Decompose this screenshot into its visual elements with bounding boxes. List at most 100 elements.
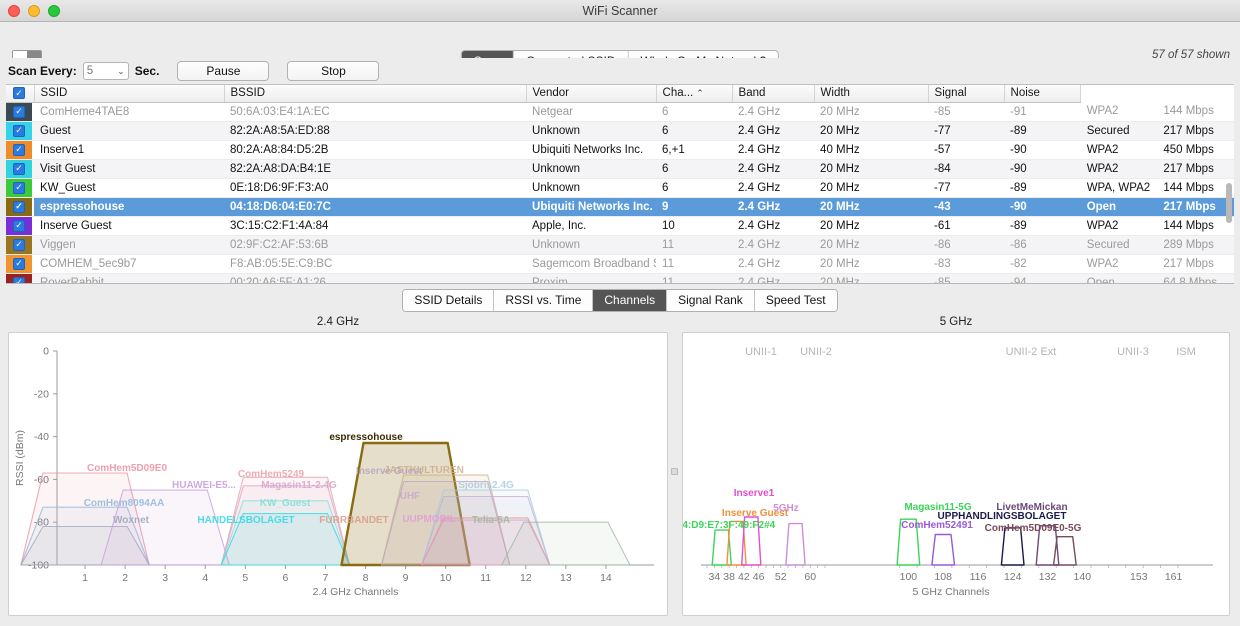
pause-button[interactable]: Pause: [177, 61, 269, 81]
svg-text:Sjobris2.4G: Sjobris2.4G: [458, 480, 514, 491]
width-cell: 40 MHz: [814, 140, 928, 159]
table-row[interactable]: ✓Inserve180:2A:A8:84:D5:2BUbiquiti Netwo…: [6, 140, 1234, 159]
row-color-swatch-cell[interactable]: ✓: [6, 121, 34, 140]
signal-cell: -85: [928, 273, 1004, 284]
tab-rssi-vs-time[interactable]: RSSI vs. Time: [494, 290, 593, 311]
row-color-swatch-cell[interactable]: ✓: [6, 235, 34, 254]
table-row[interactable]: ✓espressohouse04:18:D6:04:E0:7CUbiquiti …: [6, 197, 1234, 216]
col-bssid[interactable]: BSSID: [224, 85, 526, 102]
scan-interval-select[interactable]: 5 ⌄: [83, 62, 129, 80]
row-checkbox[interactable]: ✓: [13, 201, 25, 213]
vendor-cell: Netgear: [526, 102, 656, 121]
tab-ssid-details[interactable]: SSID Details: [403, 290, 494, 311]
ssid-cell: Inserve Guest: [34, 216, 224, 235]
minimize-button[interactable]: [28, 5, 40, 17]
signal-cell: -77: [928, 121, 1004, 140]
table-row[interactable]: ✓Inserve Guest3C:15:C2:F1:4A:84Apple, In…: [6, 216, 1234, 235]
svg-text:11: 11: [480, 572, 491, 584]
svg-text:140: 140: [1074, 571, 1092, 583]
table-scrollbar[interactable]: [1225, 103, 1233, 281]
chart-5ghz[interactable]: UNII-1UNII-2UNII-2 ExtUNII-3ISM343842465…: [682, 332, 1230, 616]
security-cell: Secured: [1081, 121, 1158, 140]
row-color-swatch-cell[interactable]: ✓: [6, 140, 34, 159]
svg-text:132: 132: [1039, 571, 1057, 583]
row-checkbox[interactable]: ✓: [13, 106, 25, 118]
maxrate-cell: 450 Mbps: [1157, 140, 1234, 159]
table-row[interactable]: ✓RoverRabbit00:20:A6:5F:A1:26Proxim112.4…: [6, 273, 1234, 284]
close-button[interactable]: [8, 5, 20, 17]
row-color-swatch-cell[interactable]: ✓: [6, 273, 34, 284]
maxrate-cell: 217 Mbps: [1157, 121, 1234, 140]
security-cell: WPA2: [1081, 102, 1158, 121]
noise-cell: -86: [1004, 235, 1081, 254]
chart-tabs[interactable]: SSID Details RSSI vs. Time Channels Sign…: [402, 289, 837, 312]
row-color-swatch-cell[interactable]: ✓: [6, 178, 34, 197]
chart-tab-bar: SSID Details RSSI vs. Time Channels Sign…: [0, 284, 1240, 316]
noise-cell: -94: [1004, 273, 1081, 284]
bssid-cell: F8:AB:05:5E:C9:BC: [224, 254, 526, 273]
row-color-swatch-cell[interactable]: ✓: [6, 197, 34, 216]
maximize-button[interactable]: [48, 5, 60, 17]
col-noise[interactable]: Noise: [1004, 85, 1081, 102]
table-row[interactable]: ✓COMHEM_5ec9b7F8:AB:05:5E:C9:BCSagemcom …: [6, 254, 1234, 273]
row-checkbox[interactable]: ✓: [13, 125, 25, 137]
row-checkbox[interactable]: ✓: [13, 258, 25, 270]
tab-speed-test[interactable]: Speed Test: [755, 290, 837, 311]
row-color-swatch-cell[interactable]: ✓: [6, 102, 34, 121]
splitter-grip-icon[interactable]: [671, 468, 678, 475]
row-checkbox[interactable]: ✓: [13, 239, 25, 251]
col-signal[interactable]: Signal: [928, 85, 1004, 102]
svg-text:Inserve1: Inserve1: [734, 488, 775, 499]
table-row[interactable]: ✓KW_Guest0E:18:D6:9F:F3:A0Unknown62.4 GH…: [6, 178, 1234, 197]
table-row[interactable]: ✓Guest82:2A:A8:5A:ED:88Unknown62.4 GHz20…: [6, 121, 1234, 140]
col-vendor[interactable]: Vendor: [526, 85, 656, 102]
select-all-checkbox[interactable]: ✓: [13, 87, 25, 99]
channel-cell: 10: [656, 216, 732, 235]
width-cell: 20 MHz: [814, 102, 928, 121]
tab-signal-rank[interactable]: Signal Rank: [667, 290, 755, 311]
row-checkbox[interactable]: ✓: [13, 277, 25, 285]
noise-cell: -89: [1004, 216, 1081, 235]
row-color-swatch-cell[interactable]: ✓: [6, 254, 34, 273]
row-checkbox[interactable]: ✓: [13, 182, 25, 194]
width-cell: 20 MHz: [814, 235, 928, 254]
select-all-header[interactable]: ✓: [6, 85, 34, 102]
row-checkbox[interactable]: ✓: [13, 144, 25, 156]
ssid-cell: Visit Guest: [34, 159, 224, 178]
ssid-cell: Guest: [34, 121, 224, 140]
vendor-cell: Ubiquiti Networks Inc.: [526, 140, 656, 159]
band-cell: 2.4 GHz: [732, 235, 814, 254]
chart-24ghz[interactable]: 0-20-40-60-80-10012345678910111213142.4 …: [8, 332, 668, 616]
row-color-swatch: ✓: [6, 236, 32, 254]
window-controls: [8, 5, 60, 17]
charts-splitter[interactable]: [668, 326, 680, 616]
tab-channels[interactable]: Channels: [593, 290, 667, 311]
row-color-swatch: ✓: [6, 217, 32, 235]
stop-button[interactable]: Stop: [287, 61, 379, 81]
svg-text:14: 14: [600, 572, 612, 584]
col-width[interactable]: Width: [814, 85, 928, 102]
vendor-cell: Unknown: [526, 121, 656, 140]
networks-table-container[interactable]: ✓ SSID BSSID Vendor Cha...⌃ Band Width S…: [6, 84, 1234, 284]
table-scrollbar-thumb[interactable]: [1226, 183, 1232, 223]
table-row[interactable]: ✓ComHeme4TAE850:6A:03:E4:1A:ECNetgear62.…: [6, 102, 1234, 121]
table-row[interactable]: ✓Visit Guest82:2A:A8:DA:B4:1EUnknown62.4…: [6, 159, 1234, 178]
vendor-cell: Apple, Inc.: [526, 216, 656, 235]
scan-every-label: Scan Every:: [8, 64, 77, 78]
row-color-swatch-cell[interactable]: ✓: [6, 216, 34, 235]
band-cell: 2.4 GHz: [732, 216, 814, 235]
table-row[interactable]: ✓Viggen02:9F:C2:AF:53:6BUnknown112.4 GHz…: [6, 235, 1234, 254]
svg-text:FURRBANDET: FURRBANDET: [319, 515, 388, 526]
col-channel[interactable]: Cha...⌃: [656, 85, 732, 102]
svg-text:9: 9: [403, 572, 409, 584]
row-color-swatch-cell[interactable]: ✓: [6, 159, 34, 178]
svg-text:2.4 GHz Channels: 2.4 GHz Channels: [313, 586, 399, 598]
col-band[interactable]: Band: [732, 85, 814, 102]
col-ssid[interactable]: SSID: [34, 85, 224, 102]
signal-cell: -77: [928, 178, 1004, 197]
noise-cell: -90: [1004, 140, 1081, 159]
scan-controls-row: Scan Every: 5 ⌄ Sec. Pause Stop: [0, 58, 1240, 84]
row-checkbox[interactable]: ✓: [13, 220, 25, 232]
row-checkbox[interactable]: ✓: [13, 163, 25, 175]
bssid-cell: 82:2A:A8:5A:ED:88: [224, 121, 526, 140]
